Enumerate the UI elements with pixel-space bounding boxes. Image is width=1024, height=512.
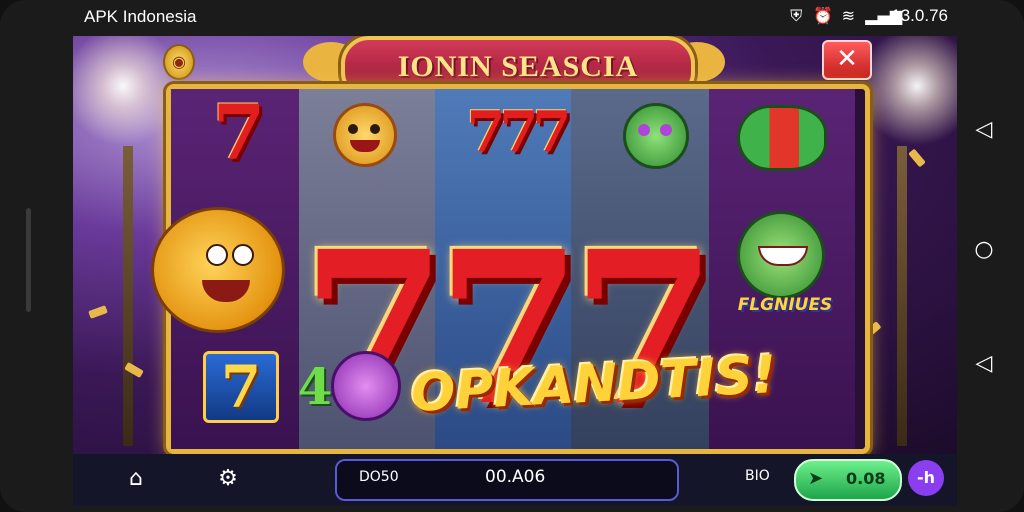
home-icon[interactable]: ⌂	[121, 464, 151, 494]
balance-value: 00.A06	[485, 467, 546, 487]
triple-seven-symbol: 777	[466, 99, 572, 165]
green-dragon-symbol	[737, 211, 825, 299]
recent-apps-icon[interactable]: ◁	[970, 116, 998, 144]
spin-icon: ➤	[808, 468, 824, 489]
bet-label: BIO	[745, 468, 770, 484]
signal-icon: ▂▄▆	[865, 6, 903, 25]
seven-card-symbol: 7	[203, 351, 279, 423]
golden-fish-symbol	[151, 207, 285, 333]
seven-symbol: 7	[212, 88, 266, 177]
status-icons: ⛨ ⏰ ≋ ▂▄▆ 13.0.76	[787, 6, 948, 26]
status-bar: APK Indonesia ⛨ ⏰ ≋ ▂▄▆ 13.0.76	[0, 0, 1024, 36]
shield-icon: ⛨	[790, 6, 803, 25]
light-pole-right	[897, 146, 907, 446]
stage-light-right	[857, 36, 957, 146]
alarm-icon: ⏰	[813, 6, 834, 25]
status-app-title: APK Indonesia	[84, 7, 197, 26]
light-pole-left	[123, 146, 133, 446]
wifi-icon: ≋	[841, 6, 855, 25]
balance-display: DO50 00.A06	[335, 459, 679, 501]
seven-card-value: 7	[220, 353, 262, 421]
green-face-symbol	[623, 103, 689, 169]
home-circle-icon[interactable]: ○	[970, 236, 998, 264]
menu-button[interactable]: -h	[908, 460, 944, 496]
number-four-symbol: 4	[297, 357, 333, 416]
purple-face-symbol	[331, 351, 401, 421]
phone-frame: APK Indonesia ⛨ ⏰ ≋ ▂▄▆ 13.0.76 ◁ ○ ◁ ◉ …	[0, 0, 1024, 512]
coin-icon[interactable]: ◉	[163, 44, 195, 80]
game-title: IONIN SEASCIA	[397, 50, 639, 83]
back-icon[interactable]: ◁	[970, 350, 998, 378]
spin-button[interactable]: ➤ 0.08	[794, 459, 902, 501]
game-bottom-bar: ⌂ ⚙ DO50 00.A06 BIO ➤ 0.08 -h	[73, 454, 957, 506]
clown-face-symbol	[333, 103, 397, 167]
confetti	[88, 305, 108, 319]
close-button[interactable]: ✕	[822, 40, 872, 80]
balance-label: DO50	[359, 469, 399, 485]
game-screen[interactable]: ◉ IONIN SEASCIA ✕ 7 777 7 7 7 FLGNIUES 7…	[73, 36, 957, 454]
bonus-label: FLGNIUES	[737, 295, 833, 315]
spin-value: 0.08	[846, 469, 886, 488]
status-time: 13.0.76	[891, 6, 948, 25]
side-handle	[26, 208, 31, 312]
settings-icon[interactable]: ⚙	[213, 464, 243, 494]
navigation-bar: ◁ ○ ◁	[954, 36, 1024, 476]
confetti	[908, 148, 926, 168]
green-fish-symbol	[737, 105, 827, 171]
slot-machine: 7 777 7 7 7 FLGNIUES 7 4 OPKANDTIS!	[151, 84, 870, 454]
